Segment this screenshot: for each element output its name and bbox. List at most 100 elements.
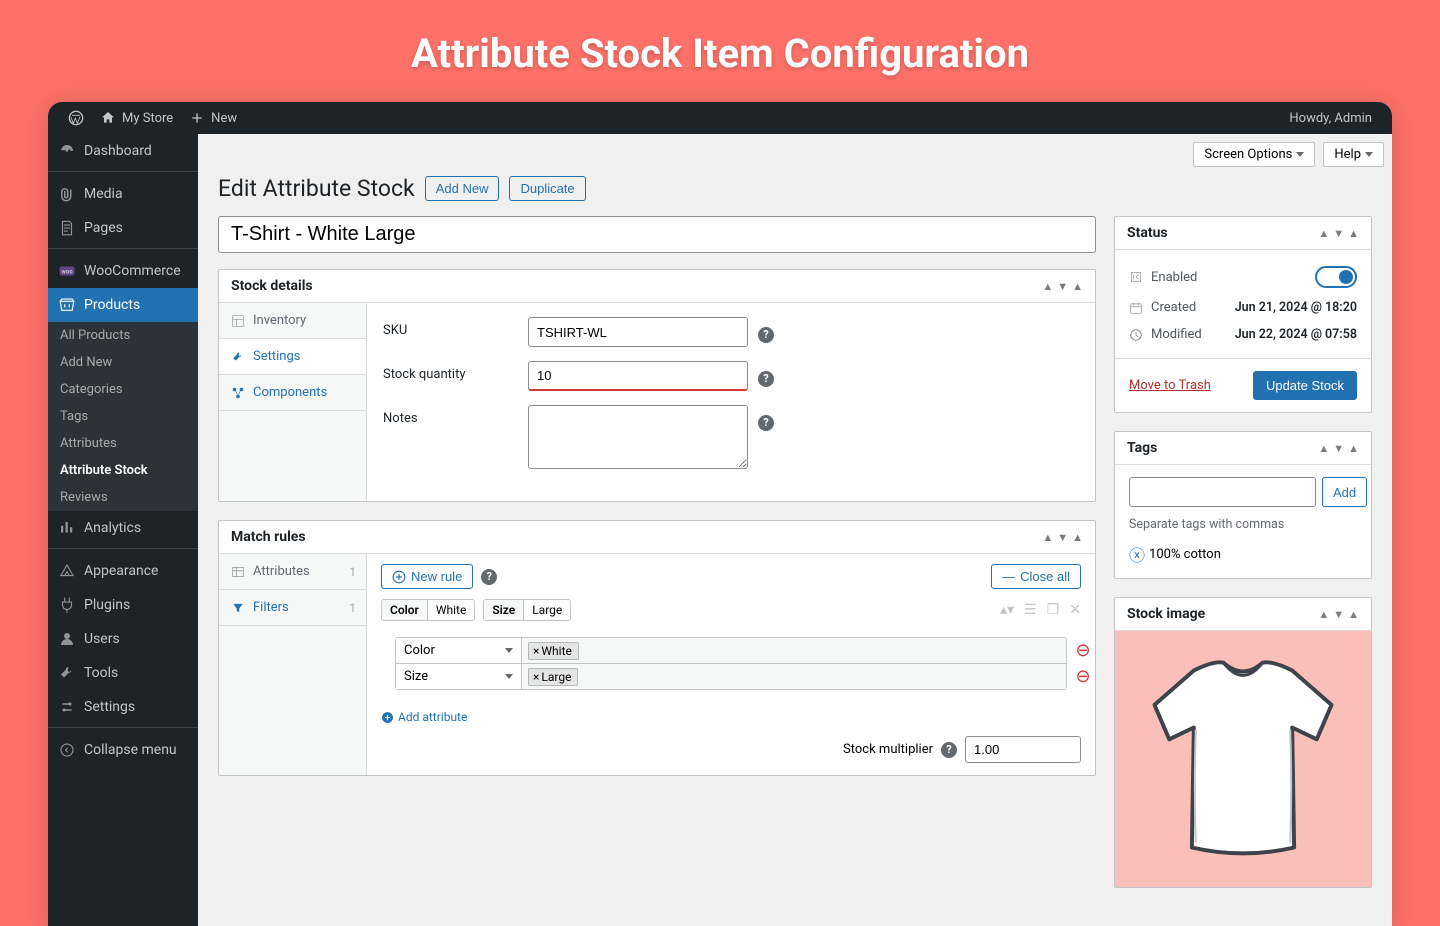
menu-media[interactable]: Media xyxy=(48,177,198,211)
submenu-reviews[interactable]: Reviews xyxy=(48,484,198,511)
qty-label: Stock quantity xyxy=(383,361,528,382)
products-submenu: All Products Add New Categories Tags Att… xyxy=(48,322,198,511)
item-title-input[interactable] xyxy=(218,216,1096,253)
remove-tag-icon[interactable]: ⓧ xyxy=(1129,542,1145,566)
submenu-attributes[interactable]: Attributes xyxy=(48,430,198,457)
menu-dashboard[interactable]: Dashboard xyxy=(48,134,198,168)
menu-analytics[interactable]: Analytics xyxy=(48,511,198,545)
attr-values-size[interactable]: ×Large xyxy=(522,664,1066,689)
menu-users[interactable]: Users xyxy=(48,622,198,656)
stock-qty-input[interactable] xyxy=(528,361,748,391)
attr-select-color[interactable]: Color xyxy=(396,638,522,663)
submenu-attribute-stock[interactable]: Attribute Stock xyxy=(48,457,198,484)
created-value: Jun 21, 2024 @ 18:20 xyxy=(1235,300,1357,315)
submenu-tags[interactable]: Tags xyxy=(48,403,198,430)
new-rule-button[interactable]: New rule xyxy=(381,564,473,589)
tag-item: 100% cotton xyxy=(1149,547,1221,562)
rule-chip-color: ColorWhite xyxy=(381,599,475,621)
menu-settings[interactable]: Settings xyxy=(48,690,198,724)
attr-values-color[interactable]: ×White xyxy=(522,638,1066,663)
tab-match-filters[interactable]: Filters1 xyxy=(219,590,366,626)
chevron-down-icon xyxy=(505,674,513,679)
stock-details-box: Stock details ▲ ▼ ▲ Inventory Settings Com… xyxy=(218,269,1096,502)
match-rules-heading: Match rules xyxy=(231,529,306,545)
notes-input[interactable] xyxy=(528,405,748,469)
rule-chip-size: SizeLarge xyxy=(483,599,571,621)
menu-woocommerce[interactable]: wooWooCommerce xyxy=(48,254,198,288)
user-greeting[interactable]: Howdy, Admin xyxy=(1281,102,1380,134)
duplicate-button[interactable]: Duplicate xyxy=(509,176,585,201)
chevron-down-icon xyxy=(1296,152,1304,157)
help-icon[interactable]: ? xyxy=(758,415,774,431)
tab-components[interactable]: Components xyxy=(219,375,366,411)
tab-match-attributes[interactable]: Attributes1 xyxy=(219,554,366,590)
wp-logo[interactable] xyxy=(60,102,92,134)
stock-image[interactable] xyxy=(1115,631,1371,887)
copy-icon[interactable]: ❐ xyxy=(1047,602,1060,618)
add-tag-button[interactable]: Add xyxy=(1322,477,1367,507)
screen-options-button[interactable]: Screen Options xyxy=(1193,142,1315,167)
box-up-icon[interactable]: ▲ xyxy=(1042,280,1053,293)
chevron-down-icon xyxy=(505,648,513,653)
menu-products[interactable]: Products xyxy=(48,288,198,322)
page-banner-title: Attribute Stock Item Configuration xyxy=(0,0,1440,102)
status-box: Status▲▼▲ Enabled CreatedJun 21, 2024 @ … xyxy=(1114,216,1372,413)
enabled-toggle[interactable] xyxy=(1315,266,1357,288)
sort-icon[interactable]: ▴▾ xyxy=(1000,602,1014,618)
menu-appearance[interactable]: Appearance xyxy=(48,554,198,588)
box-down-icon[interactable]: ▼ xyxy=(1057,280,1068,293)
attr-select-size[interactable]: Size xyxy=(396,664,522,689)
modified-label: Modified xyxy=(1151,327,1202,342)
tag-input[interactable] xyxy=(1129,477,1316,507)
match-rules-box: Match rules ▲ ▼ ▲ Attributes1 Filters1 New… xyxy=(218,520,1096,776)
close-all-button[interactable]: — Close all xyxy=(991,564,1081,589)
box-toggle-icon[interactable]: ▲ xyxy=(1072,280,1083,293)
modified-value: Jun 22, 2024 @ 07:58 xyxy=(1235,327,1357,342)
admin-sidebar: Dashboard Media Pages wooWooCommerce Pro… xyxy=(48,134,198,926)
tshirt-illustration xyxy=(1125,641,1361,877)
tab-inventory[interactable]: Inventory xyxy=(219,303,366,339)
box-toggle-icon[interactable]: ▲ xyxy=(1072,531,1083,544)
menu-plugins[interactable]: Plugins xyxy=(48,588,198,622)
status-heading: Status xyxy=(1127,225,1168,241)
help-icon[interactable]: ? xyxy=(758,327,774,343)
stock-image-heading: Stock image xyxy=(1127,606,1205,622)
new-content[interactable]: New xyxy=(181,102,245,134)
box-up-icon[interactable]: ▲ xyxy=(1042,531,1053,544)
menu-collapse[interactable]: Collapse menu xyxy=(48,733,198,767)
wp-admin-window: My Store New Howdy, Admin Dashboard Medi… xyxy=(48,102,1392,926)
list-icon[interactable]: ☰ xyxy=(1024,602,1037,618)
submenu-add-new[interactable]: Add New xyxy=(48,349,198,376)
multiplier-label: Stock multiplier xyxy=(843,742,933,757)
add-attribute-button[interactable]: Add attribute xyxy=(367,704,1095,724)
close-icon[interactable]: ✕ xyxy=(1069,602,1081,618)
site-link[interactable]: My Store xyxy=(92,102,181,134)
svg-text:woo: woo xyxy=(61,268,73,275)
multiplier-input[interactable] xyxy=(965,736,1081,763)
menu-pages[interactable]: Pages xyxy=(48,211,198,245)
sku-input[interactable] xyxy=(528,317,748,347)
help-icon[interactable]: ? xyxy=(481,569,497,585)
box-down-icon[interactable]: ▼ xyxy=(1057,531,1068,544)
help-icon[interactable]: ? xyxy=(758,371,774,387)
notes-label: Notes xyxy=(383,405,528,426)
tab-settings[interactable]: Settings xyxy=(219,339,366,375)
tag-hint: Separate tags with commas xyxy=(1115,513,1371,542)
remove-row-button[interactable]: ⊖ xyxy=(1072,638,1094,663)
chevron-down-icon xyxy=(1365,152,1373,157)
tags-box: Tags▲▼▲ Add Separate tags with commas ⓧ1… xyxy=(1114,431,1372,579)
token-white[interactable]: ×White xyxy=(528,642,579,660)
submenu-categories[interactable]: Categories xyxy=(48,376,198,403)
submenu-all-products[interactable]: All Products xyxy=(48,322,198,349)
update-stock-button[interactable]: Update Stock xyxy=(1253,371,1357,400)
add-new-button[interactable]: Add New xyxy=(425,176,500,201)
help-button[interactable]: Help xyxy=(1323,142,1384,167)
tags-heading: Tags xyxy=(1127,440,1157,456)
token-large[interactable]: ×Large xyxy=(528,668,578,686)
stock-details-heading: Stock details xyxy=(231,278,313,294)
menu-tools[interactable]: Tools xyxy=(48,656,198,690)
enabled-label: Enabled xyxy=(1151,270,1197,285)
move-to-trash[interactable]: Move to Trash xyxy=(1129,378,1211,393)
help-icon[interactable]: ? xyxy=(941,742,957,758)
remove-row-button[interactable]: ⊖ xyxy=(1072,664,1094,689)
